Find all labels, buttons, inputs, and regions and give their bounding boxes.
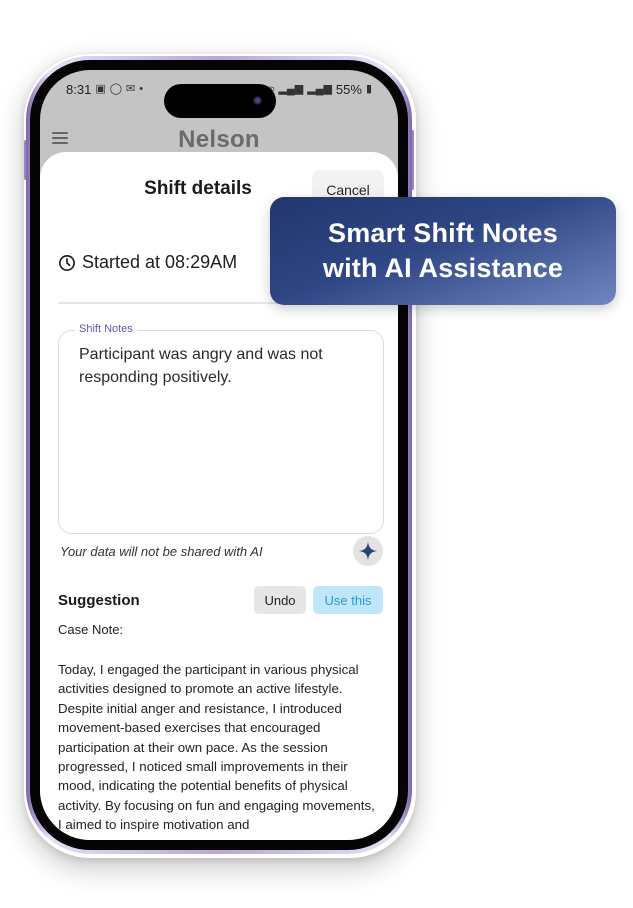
promo-text: Smart Shift Notes with AI Assistance	[323, 216, 563, 286]
signal-icon: ▂▄▆	[278, 82, 304, 95]
privacy-note: Your data will not be shared with AI	[60, 544, 263, 559]
phone-screen: 8:31 ▣ ◯ ✉ • ◔ Vo ▂▄▆ ▂▄▆ 55% ▮	[40, 70, 398, 840]
clock-icon	[59, 254, 75, 271]
undo-button[interactable]: Undo	[254, 586, 306, 614]
case-note-label: Case Note:	[58, 622, 124, 637]
dynamic-island	[164, 84, 276, 118]
shift-start-info: Started at 08:29AM	[58, 252, 237, 273]
outlook-icon: ✉	[126, 82, 136, 95]
signal-icon: ▂▄▆	[307, 82, 332, 95]
sparkle-icon	[358, 541, 378, 561]
suggestion-title: Suggestion	[58, 592, 140, 609]
promo-banner: Smart Shift Notes with AI Assistance	[270, 197, 616, 305]
status-time: 8:31	[66, 81, 92, 97]
dot-icon: •	[139, 82, 144, 95]
status-left: 8:31 ▣ ◯ ✉ •	[66, 82, 143, 97]
teams-icon: ▣	[95, 82, 106, 95]
phone-frame: 8:31 ▣ ◯ ✉ • ◔ Vo ▂▄▆ ▂▄▆ 55% ▮	[26, 56, 412, 854]
promo-line-2: with AI Assistance	[322, 253, 564, 283]
use-this-button[interactable]: Use this	[313, 586, 383, 614]
battery-percent: 55%	[335, 81, 362, 97]
case-note-body: Today, I engaged the participant in vari…	[58, 662, 375, 833]
shift-notes-input[interactable]: Participant was angry and was not respon…	[79, 343, 363, 389]
hamburger-menu-icon[interactable]	[52, 132, 68, 144]
battery-icon: ▮	[365, 82, 372, 95]
shift-notes-field[interactable]: Shift Notes Participant was angry and wa…	[58, 323, 384, 534]
promo-line-1: Smart Shift Notes	[328, 218, 558, 248]
camera-icon	[253, 96, 262, 105]
phone-bezel: 8:31 ▣ ◯ ✉ • ◔ Vo ▂▄▆ ▂▄▆ 55% ▮	[30, 60, 408, 850]
whatsapp-icon: ◯	[109, 82, 123, 95]
app-title: Nelson	[178, 126, 260, 153]
ai-assist-button[interactable]	[353, 536, 383, 566]
started-text: Started at 08:29AM	[82, 252, 238, 272]
shift-notes-label: Shift Notes	[75, 323, 137, 335]
